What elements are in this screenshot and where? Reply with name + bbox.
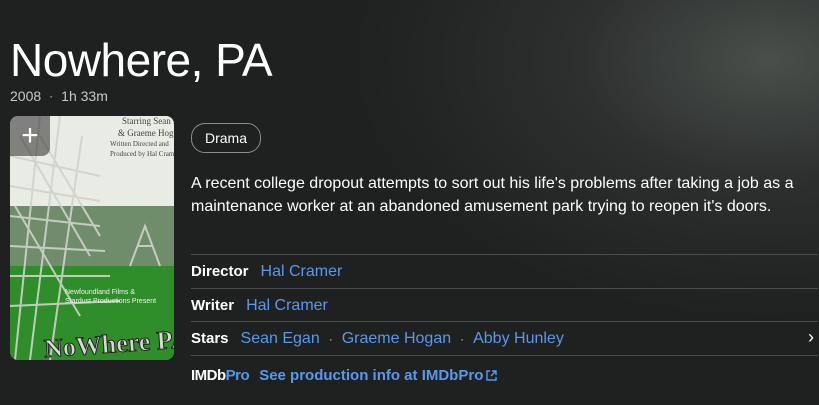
- poster-studio-line: Stardust Productions Present: [65, 298, 156, 305]
- chevron-right-icon[interactable]: ›: [808, 327, 814, 348]
- external-link-icon: [486, 370, 498, 381]
- poster-studio-line: Newfoundland Films &: [65, 289, 135, 296]
- stars-row[interactable]: Stars Sean Egan · Graeme Hogan · Abby Hu…: [191, 321, 818, 356]
- page-title: Nowhere, PA: [10, 34, 273, 86]
- imdbpro-link[interactable]: See production info at IMDbPro: [259, 367, 498, 384]
- poster-credit-line: Produced by Hal Cramer: [110, 150, 174, 158]
- writer-label: Writer: [191, 297, 235, 314]
- genre-chip[interactable]: Drama: [191, 123, 262, 153]
- release-year[interactable]: 2008: [10, 88, 41, 104]
- star-link[interactable]: Abby Hunley: [473, 330, 564, 348]
- writer-link[interactable]: Hal Cramer: [246, 297, 328, 315]
- imdbpro-logo: IMDbPro: [191, 367, 250, 384]
- star-separator: ·: [328, 331, 333, 346]
- title-meta: 2008 · 1h 33m: [10, 88, 108, 104]
- director-link[interactable]: Hal Cramer: [261, 263, 343, 281]
- imdbpro-promo: IMDbPro See production info at IMDbPro: [191, 367, 498, 384]
- star-separator: ·: [460, 331, 465, 346]
- star-link[interactable]: Sean Egan: [241, 330, 320, 348]
- plot-summary: A recent college dropout attempts to sor…: [191, 175, 794, 215]
- poster-credit-line: Starring Sean Egan: [122, 116, 174, 126]
- add-to-watchlist-button[interactable]: +: [10, 116, 50, 156]
- meta-separator: ·: [49, 89, 54, 103]
- runtime: 1h 33m: [61, 88, 108, 104]
- poster-credit-line: Written Directed and: [110, 140, 169, 148]
- imdbpro-link-label: See production info at IMDbPro: [259, 367, 484, 384]
- writer-row: Writer Hal Cramer: [191, 288, 818, 322]
- director-row: Director Hal Cramer: [191, 254, 818, 288]
- poster-credit-line: & Graeme Hogan: [118, 128, 174, 138]
- director-label: Director: [191, 263, 249, 280]
- stars-label: Stars: [191, 330, 229, 347]
- star-link[interactable]: Graeme Hogan: [342, 330, 451, 348]
